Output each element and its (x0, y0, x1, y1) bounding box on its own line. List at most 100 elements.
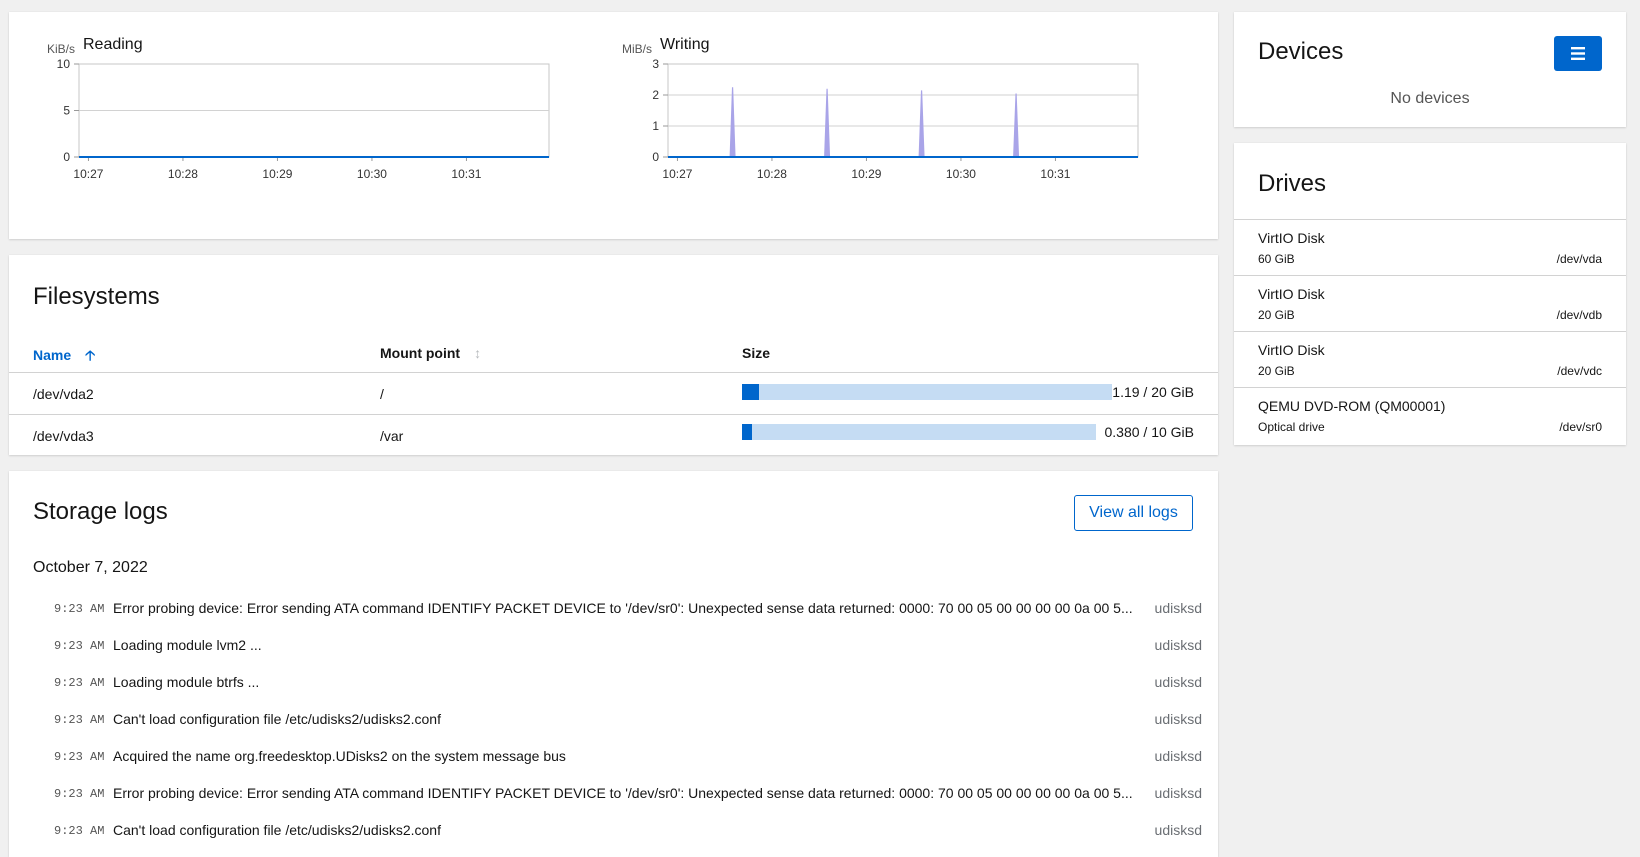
log-entry[interactable]: 9:23 AM Loading module lvm2 ... udisksd (9, 628, 1218, 665)
log-source: udisksd (1154, 822, 1202, 838)
drives-title: Drives (1258, 170, 1327, 197)
plot-frame (667, 63, 1139, 158)
drive-size: 60 GiB (1258, 252, 1295, 266)
y-tick-label: 0 (63, 150, 70, 164)
bars-icon (1571, 47, 1585, 60)
storage-logs-title: Storage logs (33, 498, 168, 525)
column-mount-label: Mount point (380, 345, 461, 361)
x-tick-label: 10:31 (1040, 167, 1070, 181)
x-tick-label: 10:31 (451, 167, 481, 181)
storage-logs-card: Storage logs View all logs October 7, 20… (9, 471, 1218, 857)
log-time: 9:23 AM (54, 750, 105, 764)
log-entry[interactable]: 9:23 AM Error probing device: Error send… (9, 776, 1218, 813)
usage-bar (742, 384, 1112, 400)
log-time: 9:23 AM (54, 787, 105, 801)
no-devices-text: No devices (1390, 90, 1470, 107)
x-tick-label: 10:27 (662, 167, 692, 181)
drive-item[interactable]: VirtIO Disk 60 GiB /dev/vda (1234, 219, 1626, 275)
usage-label: 1.19 / 20 GiB (1112, 384, 1194, 400)
column-header-name[interactable]: Name 🡡 (33, 345, 95, 369)
log-time: 9:23 AM (54, 713, 105, 727)
log-time: 9:23 AM (54, 824, 105, 838)
x-tick-label: 10:29 (262, 167, 292, 181)
x-tick-label: 10:28 (757, 167, 787, 181)
table-row[interactable]: /dev/vda2 / 1.19 / 20 GiB (9, 372, 1218, 413)
log-time: 9:23 AM (54, 602, 105, 616)
writing-chart: 0 1 2 3 10:27 10:28 10:29 10:30 10:31 (652, 57, 1139, 181)
log-entry[interactable]: 9:23 AM Loading module btrfs ... udisksd (9, 665, 1218, 702)
usage-bar (742, 424, 1096, 440)
column-name-label: Name (33, 347, 72, 363)
drive-size: Optical drive (1258, 420, 1325, 434)
usage-label: 0.380 / 10 GiB (1104, 424, 1194, 440)
x-tick-label: 10:28 (168, 167, 198, 181)
drive-name: VirtIO Disk (1258, 286, 1325, 302)
log-message: Acquired the name org.freedesktop.UDisks… (113, 748, 566, 764)
fs-name: /dev/vda2 (33, 386, 94, 402)
drive-name: VirtIO Disk (1258, 342, 1325, 358)
x-tick-label: 10:30 (357, 167, 387, 181)
usage-bar-fill (742, 424, 752, 440)
reading-chart: 0 5 10 10:27 10:28 10:29 10:30 10:31 (57, 57, 550, 181)
x-tick-label: 10:27 (73, 167, 103, 181)
log-entry[interactable]: 9:23 AM Acquired the name org.freedeskto… (9, 739, 1218, 776)
log-message: Error probing device: Error sending ATA … (113, 785, 1133, 801)
sort-ascending-icon: 🡡 (85, 347, 96, 363)
log-source: udisksd (1154, 600, 1202, 616)
column-header-mount[interactable]: Mount point ↕ (380, 345, 481, 361)
drives-card: Drives VirtIO Disk 60 GiB /dev/vda VirtI… (1234, 143, 1626, 445)
devices-menu-button[interactable] (1554, 36, 1602, 71)
y-tick-label: 0 (652, 150, 659, 164)
log-time: 9:23 AM (54, 639, 105, 653)
write-spike (918, 90, 925, 157)
log-message: Can't load configuration file /etc/udisk… (113, 822, 441, 838)
drive-size: 20 GiB (1258, 308, 1295, 322)
write-spike (824, 88, 831, 157)
log-source: udisksd (1154, 748, 1202, 764)
drive-name: QEMU DVD-ROM (QM00001) (1258, 398, 1446, 414)
io-graphs-card: KiB/s Reading 0 5 10 10:27 10:28 10:29 10:30 10… (9, 12, 1218, 239)
log-source: udisksd (1154, 637, 1202, 653)
y-tick-label: 10 (57, 57, 71, 71)
x-tick-label: 10:29 (851, 167, 881, 181)
drive-path: /dev/vda (1556, 252, 1602, 266)
log-entry[interactable]: 9:23 AM Can't load configuration file /e… (9, 702, 1218, 739)
drive-size: 20 GiB (1258, 364, 1295, 378)
drive-path: /dev/vdc (1557, 364, 1602, 378)
write-spike (1013, 93, 1020, 157)
drive-item[interactable]: QEMU DVD-ROM (QM00001) Optical drive /de… (1234, 387, 1626, 443)
view-all-logs-button[interactable]: View all logs (1074, 495, 1193, 531)
log-source: udisksd (1154, 674, 1202, 690)
y-tick-label: 2 (652, 88, 659, 102)
filesystems-title: Filesystems (33, 283, 160, 310)
log-date: October 7, 2022 (33, 559, 148, 576)
drive-path: /dev/sr0 (1559, 420, 1602, 434)
drive-item[interactable]: VirtIO Disk 20 GiB /dev/vdc (1234, 331, 1626, 387)
reading-graph: KiB/s Reading 0 5 10 10:27 10:28 10:29 10:30 10… (9, 12, 569, 239)
devices-title: Devices (1258, 38, 1344, 65)
log-message: Error probing device: Error sending ATA … (113, 600, 1133, 616)
y-tick-label: 3 (652, 57, 659, 71)
devices-card: Devices No devices (1234, 12, 1626, 127)
drive-path: /dev/vdb (1556, 308, 1602, 322)
usage-bar-fill (742, 384, 759, 400)
drive-item[interactable]: VirtIO Disk 20 GiB /dev/vdb (1234, 275, 1626, 331)
log-message: Loading module lvm2 ... (113, 637, 262, 653)
fs-mount: / (380, 386, 384, 402)
log-message: Can't load configuration file /etc/udisk… (113, 711, 441, 727)
table-row[interactable]: /dev/vda3 /var 0.380 / 10 GiB (9, 414, 1218, 455)
y-tick-label: 5 (63, 104, 70, 118)
column-header-size: Size (742, 345, 771, 361)
log-entry[interactable]: 9:23 AM Error probing device: Error send… (9, 591, 1218, 628)
writing-graph: MiB/s Writing 0 1 2 3 10:27 10:28 10:29 10:30 10… (598, 12, 1158, 239)
fs-mount: /var (380, 428, 404, 444)
log-message: Loading module btrfs ... (113, 674, 260, 690)
log-source: udisksd (1154, 785, 1202, 801)
fs-name: /dev/vda3 (33, 428, 94, 444)
sort-icon: ↕ (474, 345, 482, 361)
log-entry[interactable]: 9:23 AM Can't load configuration file /e… (9, 813, 1218, 850)
drive-name: VirtIO Disk (1258, 230, 1325, 246)
x-tick-label: 10:30 (946, 167, 976, 181)
y-tick-label: 1 (652, 119, 659, 133)
log-source: udisksd (1154, 711, 1202, 727)
